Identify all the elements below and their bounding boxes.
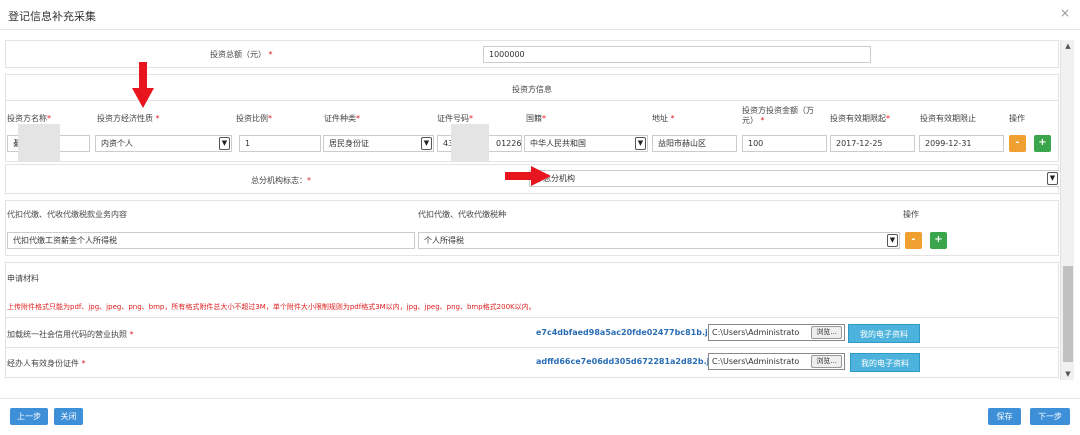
file-input-id[interactable]: C:\Users\Administrato 浏览... [708, 353, 845, 370]
form-content: 投资总额（元） * 1000000 投资方信息 投资方名称* 投资方经济性质 *… [5, 40, 1059, 380]
browse-button[interactable]: 浏览... [811, 355, 842, 368]
chevron-down-icon: ▼ [887, 234, 898, 247]
hdr-end: 投资有效期限止 [920, 114, 976, 123]
vertical-scrollbar[interactable]: ▲ ▼ [1060, 40, 1074, 380]
hdr-amount: 投资方投资金额（万元） * [742, 106, 814, 125]
scroll-thumb[interactable] [1063, 266, 1073, 362]
footer-divider [0, 398, 1080, 399]
prev-step-button[interactable]: 上一步 [10, 408, 48, 425]
material-label-license: 加载统一社会信用代码的营业执照 * [7, 330, 134, 339]
hdr-op: 操作 [1009, 114, 1025, 123]
save-button[interactable]: 保存 [988, 408, 1021, 425]
end-date-input[interactable]: 2099-12-31 [919, 135, 1004, 152]
materials-title: 申请材料 [7, 274, 39, 283]
add-withholding-button[interactable]: + [930, 232, 947, 249]
close-button[interactable]: 关闭 [54, 408, 83, 425]
amount-input[interactable]: 100 [742, 135, 827, 152]
investor-nature-select[interactable]: 内资个人 ▼ [95, 135, 232, 152]
hdr-id-type: 证件种类* [324, 114, 360, 123]
redaction [451, 124, 489, 162]
chevron-down-icon: ▼ [421, 137, 432, 150]
file-link-id[interactable]: adffd66ce7e06dd305d672281a2d82b.jpg [536, 357, 721, 366]
redaction [18, 124, 60, 162]
investment-input[interactable]: 1000000 [483, 46, 871, 63]
next-step-button[interactable]: 下一步 [1030, 408, 1070, 425]
arrow-down-icon [132, 62, 154, 108]
browse-button[interactable]: 浏览... [811, 326, 842, 339]
chevron-down-icon: ▼ [635, 137, 646, 150]
withholding-content-header: 代扣代缴、代收代缴税款业务内容 [7, 210, 127, 219]
arrow-right-icon [505, 166, 551, 186]
file-input-license[interactable]: C:\Users\Administrato 浏览... [708, 324, 845, 341]
investor-title: 投资方信息 [512, 85, 552, 94]
upload-note: 上传附件格式只能为pdf、jpg、jpeg、png、bmp，所有格式附件总大小不… [7, 303, 536, 311]
branch-select[interactable]: 非总分机构 ▼ [529, 170, 1059, 187]
material-label-id: 经办人有效身份证件 * [7, 359, 86, 368]
dialog-title: 登记信息补充采集 [8, 10, 96, 23]
file-link-license[interactable]: e7c4dbfaed98a5ac20fde02477bc81b.jpg [536, 328, 719, 337]
hdr-name: 投资方名称* [7, 114, 51, 123]
branch-label: 总分机构标志：* [251, 176, 311, 185]
add-investor-button[interactable]: + [1034, 135, 1051, 152]
withholding-tax-select[interactable]: 个人所得税 ▼ [418, 232, 900, 249]
hdr-nationality: 国籍* [526, 114, 546, 123]
hdr-address: 地址 * [652, 114, 675, 123]
remove-investor-button[interactable]: - [1009, 135, 1026, 152]
remove-withholding-button[interactable]: - [905, 232, 922, 249]
chevron-down-icon: ▼ [1047, 172, 1058, 185]
my-e-docs-button[interactable]: 我的电子资料 [850, 353, 920, 372]
hdr-id-no: 证件号码* [437, 114, 473, 123]
withholding-tax-header: 代扣代缴、代收代缴税种 [418, 210, 506, 219]
address-input[interactable]: 益阳市赫山区 [652, 135, 737, 152]
header-divider [0, 29, 1080, 30]
close-icon[interactable]: × [1060, 6, 1070, 20]
investor-ratio-input[interactable]: 1 [239, 135, 321, 152]
withholding-op-header: 操作 [903, 210, 919, 219]
nationality-select[interactable]: 中华人民共和国 ▼ [524, 135, 648, 152]
start-date-input[interactable]: 2017-12-25 [830, 135, 915, 152]
id-type-select[interactable]: 居民身份证 ▼ [323, 135, 434, 152]
withholding-content-input[interactable]: 代扣代缴工资薪金个人所得税 [7, 232, 415, 249]
hdr-ratio: 投资比例* [236, 114, 272, 123]
my-e-docs-button[interactable]: 我的电子资料 [848, 324, 920, 343]
scroll-down-icon[interactable]: ▼ [1061, 368, 1075, 380]
chevron-down-icon: ▼ [219, 137, 230, 150]
scroll-up-icon[interactable]: ▲ [1061, 40, 1075, 52]
hdr-nature: 投资方经济性质 * [97, 114, 160, 123]
hdr-start: 投资有效期限起* [830, 114, 890, 123]
investment-label: 投资总额（元） * [210, 50, 273, 59]
